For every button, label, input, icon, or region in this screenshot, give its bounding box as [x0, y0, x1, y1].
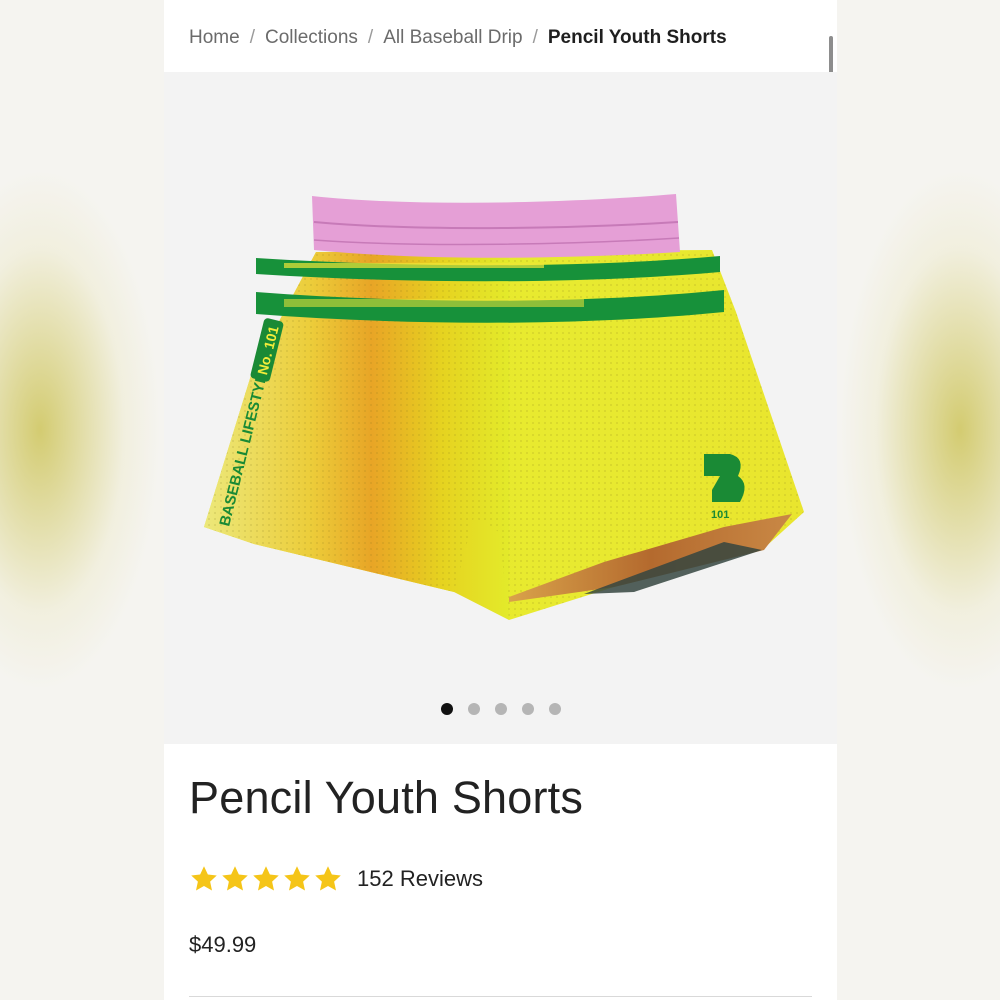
breadcrumb-all-baseball-drip[interactable]: All Baseball Drip [383, 27, 522, 49]
star-icon [222, 866, 248, 891]
breadcrumb-current: Pencil Youth Shorts [547, 27, 727, 48]
reviews-link[interactable]: 152 Reviews [357, 866, 483, 892]
product-rating: 152 Reviews [189, 864, 483, 894]
carousel-dot[interactable] [440, 703, 453, 715]
breadcrumb-separator: / [532, 27, 538, 48]
product-price: $49.99 [189, 932, 257, 957]
star-icon [191, 866, 217, 891]
breadcrumb: Home / Collections / All Baseball Drip /… [189, 24, 727, 52]
product-page: Home / Collections / All Baseball Drip /… [164, 0, 837, 1000]
star-rating[interactable] [189, 864, 343, 894]
product-image: BASEBALL LIFESTYLE No. 101 101 [204, 194, 804, 620]
product-image-gallery[interactable]: BASEBALL LIFESTYLE No. 101 101 [164, 72, 837, 744]
logo-number: 101 [711, 509, 729, 521]
breadcrumb-collections[interactable]: Collections [265, 27, 358, 49]
star-icon [315, 866, 341, 891]
star-icon [253, 866, 279, 891]
carousel-dot[interactable] [521, 703, 534, 715]
breadcrumb-separator: / [367, 27, 374, 48]
star-icon [284, 866, 310, 891]
carousel-dot[interactable] [548, 703, 561, 715]
carousel-dot[interactable] [467, 703, 480, 715]
breadcrumb-separator: / [249, 27, 255, 48]
breadcrumb-home[interactable]: Home [189, 27, 240, 49]
carousel-dots [164, 703, 837, 715]
carousel-dot[interactable] [494, 703, 507, 715]
product-title: Pencil Youth Shorts [189, 772, 584, 823]
divider [189, 996, 812, 997]
